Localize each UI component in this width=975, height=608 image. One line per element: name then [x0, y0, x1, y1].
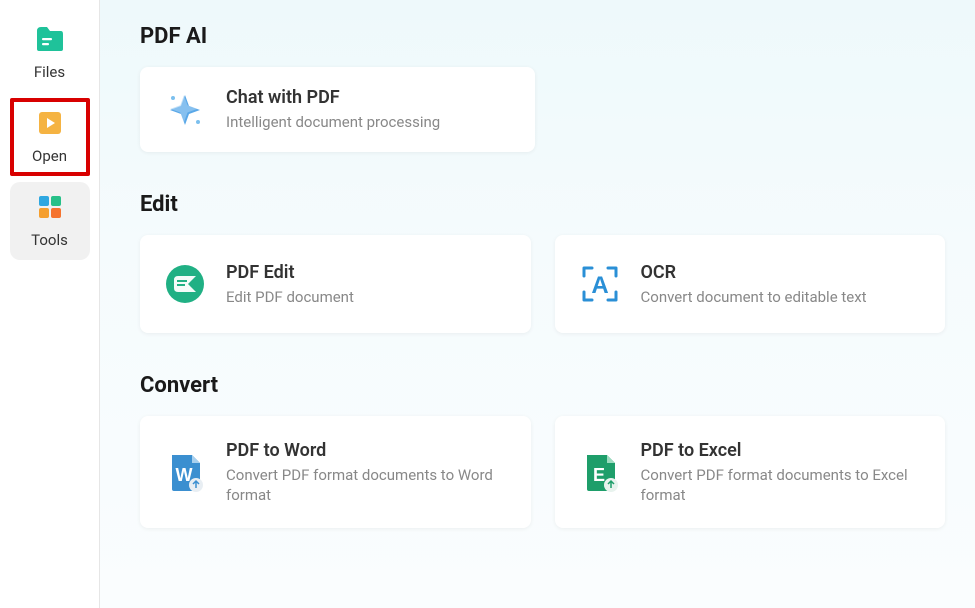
section-title-edit: Edit [140, 192, 945, 217]
excel-icon: E [579, 451, 621, 493]
card-pdf-to-excel[interactable]: E PDF to Excel Convert PDF format docume… [555, 416, 946, 528]
card-pdf-edit[interactable]: PDF Edit Edit PDF document [140, 235, 531, 333]
card-title: OCR [641, 262, 867, 283]
section-row-edit: PDF Edit Edit PDF document A OCR Convert… [140, 235, 945, 333]
card-desc: Intelligent document processing [226, 112, 440, 132]
files-icon [35, 25, 65, 57]
section-title-convert: Convert [140, 373, 945, 398]
sidebar: Files Open Tools [0, 0, 100, 608]
sidebar-item-label: Files [34, 63, 65, 81]
card-text: Chat with PDF Intelligent document proce… [226, 87, 440, 132]
sidebar-item-tools[interactable]: Tools [10, 182, 90, 260]
sparkle-icon [164, 89, 206, 131]
svg-text:E: E [592, 465, 604, 485]
section-title-pdf-ai: PDF AI [140, 24, 945, 49]
sidebar-item-label: Open [32, 147, 67, 165]
card-desc: Convert PDF format documents to Word for… [226, 465, 507, 506]
card-title: PDF to Word [226, 440, 507, 461]
section-row-pdf-ai: Chat with PDF Intelligent document proce… [140, 67, 945, 152]
card-ocr[interactable]: A OCR Convert document to editable text [555, 235, 946, 333]
card-title: PDF to Excel [641, 440, 922, 461]
tools-icon [35, 193, 65, 225]
sidebar-item-open[interactable]: Open [10, 98, 90, 176]
card-pdf-to-word[interactable]: W PDF to Word Convert PDF format documen… [140, 416, 531, 528]
sidebar-item-files[interactable]: Files [10, 14, 90, 92]
svg-text:A: A [591, 272, 608, 299]
ocr-icon: A [579, 263, 621, 305]
card-title: Chat with PDF [226, 87, 440, 108]
sidebar-item-label: Tools [31, 231, 68, 249]
card-text: OCR Convert document to editable text [641, 262, 867, 307]
card-text: PDF Edit Edit PDF document [226, 262, 354, 307]
word-icon: W [164, 451, 206, 493]
card-desc: Convert document to editable text [641, 287, 867, 307]
card-title: PDF Edit [226, 262, 354, 283]
card-desc: Convert PDF format documents to Excel fo… [641, 465, 922, 506]
main-content: PDF AI Chat with PDF Intelligent documen… [100, 0, 975, 608]
card-desc: Edit PDF document [226, 287, 354, 307]
open-icon [35, 109, 65, 141]
edit-icon [164, 263, 206, 305]
section-row-convert: W PDF to Word Convert PDF format documen… [140, 416, 945, 528]
card-text: PDF to Word Convert PDF format documents… [226, 440, 507, 506]
card-chat-with-pdf[interactable]: Chat with PDF Intelligent document proce… [140, 67, 535, 152]
card-text: PDF to Excel Convert PDF format document… [641, 440, 922, 506]
